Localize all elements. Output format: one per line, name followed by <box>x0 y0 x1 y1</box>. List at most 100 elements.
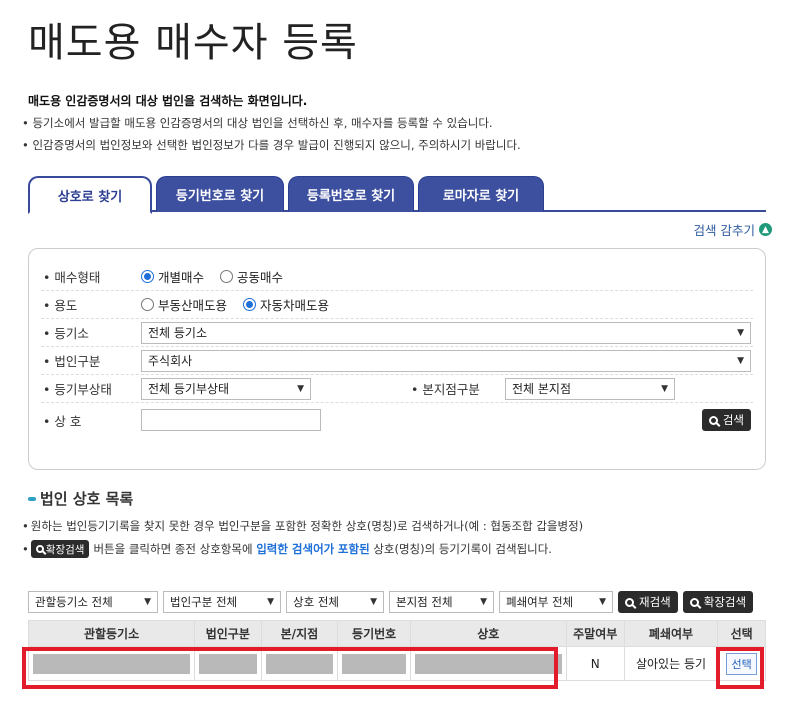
research-button[interactable]: 재검색 <box>618 591 678 613</box>
purpose-row: 용도 부동산매도용 자동차매도용 <box>41 291 753 319</box>
radio-unchecked-icon <box>220 270 234 283</box>
chevron-down-icon: ▼ <box>737 327 744 338</box>
col-name: 상호 <box>409 620 567 647</box>
note-highlight: 포함된 <box>337 542 370 556</box>
filter-registry-select[interactable]: 관할등기소 전체 ▼ <box>28 591 158 613</box>
radio-checked-icon <box>141 270 154 283</box>
purpose-label: 용도 <box>41 295 141 314</box>
col-select: 선택 <box>717 620 766 647</box>
buyer-type-row: 매수형태 개별매수 공동매수 <box>41 263 753 291</box>
radio-vehicle[interactable]: 자동차매도용 <box>243 295 329 314</box>
select-value: 주식회사 <box>148 354 193 368</box>
filter-branch-select[interactable]: 본지점 전체 ▼ <box>389 591 494 613</box>
redacted-block <box>414 653 562 674</box>
col-reg-number: 등기번호 <box>337 620 411 647</box>
note-highlight: 입력한 검색어가 <box>256 542 335 556</box>
bullet-bar-icon <box>28 496 36 501</box>
intro-line: 인감증명서의 법인정보와 선택한 법인정보가 다를 경우 발급이 진행되지 않으… <box>22 137 520 153</box>
results-table: 관할등기소 법인구분 본/지점 등기번호 상호 주말여부 폐쇄여부 선택 N 살… <box>27 620 766 681</box>
tab-regnumber-search[interactable]: 등기번호로 찾기 <box>156 176 284 212</box>
search-tabs: 상호로 찾기 등기번호로 찾기 등록번호로 찾기 로마자로 찾기 <box>28 176 766 214</box>
chevron-down-icon: ▼ <box>661 383 668 394</box>
redacted-block <box>33 653 191 674</box>
corp-type-select[interactable]: 주식회사 ▼ <box>141 349 751 372</box>
extended-search-inline-button[interactable]: 확장검색 <box>30 540 90 558</box>
search-icon <box>625 597 634 607</box>
chevron-down-icon: ▼ <box>370 597 377 607</box>
select-value: 관할등기소 전체 <box>35 595 113 609</box>
cell-weekend: N <box>565 646 625 681</box>
cell-name-redacted <box>409 646 567 681</box>
search-button-label: 검색 <box>722 413 744 427</box>
radio-label: 부동산매도용 <box>158 298 228 313</box>
list-title: 법인 상호 목록 <box>40 490 134 508</box>
col-registry: 관할등기소 <box>27 620 196 647</box>
filter-corp-type-select[interactable]: 법인구분 전체 ▼ <box>163 591 281 613</box>
select-value: 상호 전체 <box>293 595 339 609</box>
registry-row: 등기소 전체 등기소 ▼ <box>41 319 753 347</box>
tab-registration-search[interactable]: 등록번호로 찾기 <box>288 176 414 212</box>
extended-search-button[interactable]: 확장검색 <box>682 591 754 613</box>
intro-list: 등기소에서 발급할 매도용 인감증명서의 대상 법인을 선택하신 후, 매수자를… <box>22 115 521 159</box>
toggle-search-label: 검색 감추기 <box>693 223 755 238</box>
filter-name-select[interactable]: 상호 전체 ▼ <box>286 591 384 613</box>
col-weekend: 주말여부 <box>565 620 625 647</box>
name-label: 상 호 <box>41 411 141 430</box>
note-text: 버튼을 클릭하면 종전 상호항목에 <box>93 542 253 556</box>
page-title: 매도용 매수자 등록 <box>28 20 358 66</box>
table-header-row: 관할등기소 법인구분 본/지점 등기번호 상호 주말여부 폐쇄여부 선택 <box>27 620 766 647</box>
select-value: 전체 등기부상태 <box>148 382 230 396</box>
reg-status-select[interactable]: 전체 등기부상태 ▼ <box>141 377 311 400</box>
status-row: 등기부상태 전체 등기부상태 ▼ 본지점구분 전체 본지점 ▼ <box>41 375 753 403</box>
radio-realestate[interactable]: 부동산매도용 <box>141 295 227 314</box>
select-value: 폐쇄여부 전체 <box>506 595 574 609</box>
table-row: N 살아있는 등기 선택 <box>27 646 766 681</box>
note-line: 원하는 법인등기기록을 찾지 못한 경우 법인구분을 포함한 정확한 상호(명칭… <box>22 518 583 534</box>
redacted-block <box>199 653 257 674</box>
chevron-down-icon: ▼ <box>480 597 487 607</box>
radio-label: 공동매수 <box>237 270 284 285</box>
radio-joint[interactable]: 공동매수 <box>220 267 283 286</box>
name-row: 상 호 검색 <box>41 403 753 437</box>
col-branch: 본/지점 <box>260 620 339 647</box>
branch-select[interactable]: 전체 본지점 ▼ <box>505 377 675 400</box>
select-value: 법인구분 전체 <box>170 595 238 609</box>
search-form: 매수형태 개별매수 공동매수 용도 부동산매도용 자동차매도용 등기소 전체 등… <box>28 248 766 470</box>
search-icon <box>689 597 699 607</box>
intro-line: 등기소에서 발급할 매도용 인감증명서의 대상 법인을 선택하신 후, 매수자를… <box>22 115 521 131</box>
search-button[interactable]: 검색 <box>701 409 751 431</box>
search-icon <box>708 415 718 425</box>
registry-label: 등기소 <box>41 323 141 342</box>
search-icon <box>35 545 44 553</box>
chevron-down-icon: ▼ <box>144 597 151 607</box>
radio-individual[interactable]: 개별매수 <box>141 267 204 286</box>
branch-label: 본지점구분 <box>409 379 505 398</box>
note-text: 상호(명칭)의 등기기록이 검색됩니다. <box>373 542 552 556</box>
select-value: 전체 등기소 <box>148 326 208 340</box>
cell-branch-redacted <box>260 646 339 681</box>
registry-select[interactable]: 전체 등기소 ▼ <box>141 321 751 344</box>
reg-status-label: 등기부상태 <box>41 379 141 398</box>
name-input[interactable] <box>141 409 321 431</box>
select-row-button[interactable]: 선택 <box>726 652 757 675</box>
corp-type-row: 법인구분 주식회사 ▼ <box>41 347 753 375</box>
list-notes: 원하는 법인등기기록을 찾지 못한 경우 법인구분을 포함한 정확한 상호(명칭… <box>22 518 583 564</box>
radio-unchecked-icon <box>141 298 154 311</box>
radio-checked-icon <box>243 298 257 311</box>
cell-closed: 살아있는 등기 <box>623 646 719 681</box>
select-value: 전체 본지점 <box>512 382 572 396</box>
note-text: 원하는 법인등기기록을 찾지 못한 경우 법인구분을 포함한 정확한 상호(명칭… <box>30 519 584 533</box>
cell-registry-redacted <box>27 646 196 681</box>
tab-roman-search[interactable]: 로마자로 찾기 <box>418 176 544 212</box>
tab-name-search[interactable]: 상호로 찾기 <box>28 176 152 214</box>
inline-button-label: 확장검색 <box>45 543 85 556</box>
col-closed: 폐쇄여부 <box>623 620 719 647</box>
toggle-search-link[interactable]: 검색 감추기 ▲ <box>694 220 772 239</box>
chevron-down-icon: ▼ <box>599 597 606 607</box>
result-filters: 관할등기소 전체 ▼ 법인구분 전체 ▼ 상호 전체 ▼ 본지점 전체 ▼ 폐쇄여부 전… <box>28 588 766 616</box>
cell-select: 선택 <box>717 646 766 681</box>
chevron-down-icon: ▼ <box>297 383 304 394</box>
filter-closed-select[interactable]: 폐쇄여부 전체 ▼ <box>499 591 613 613</box>
corp-type-label: 법인구분 <box>41 351 141 370</box>
redacted-block <box>342 653 406 674</box>
